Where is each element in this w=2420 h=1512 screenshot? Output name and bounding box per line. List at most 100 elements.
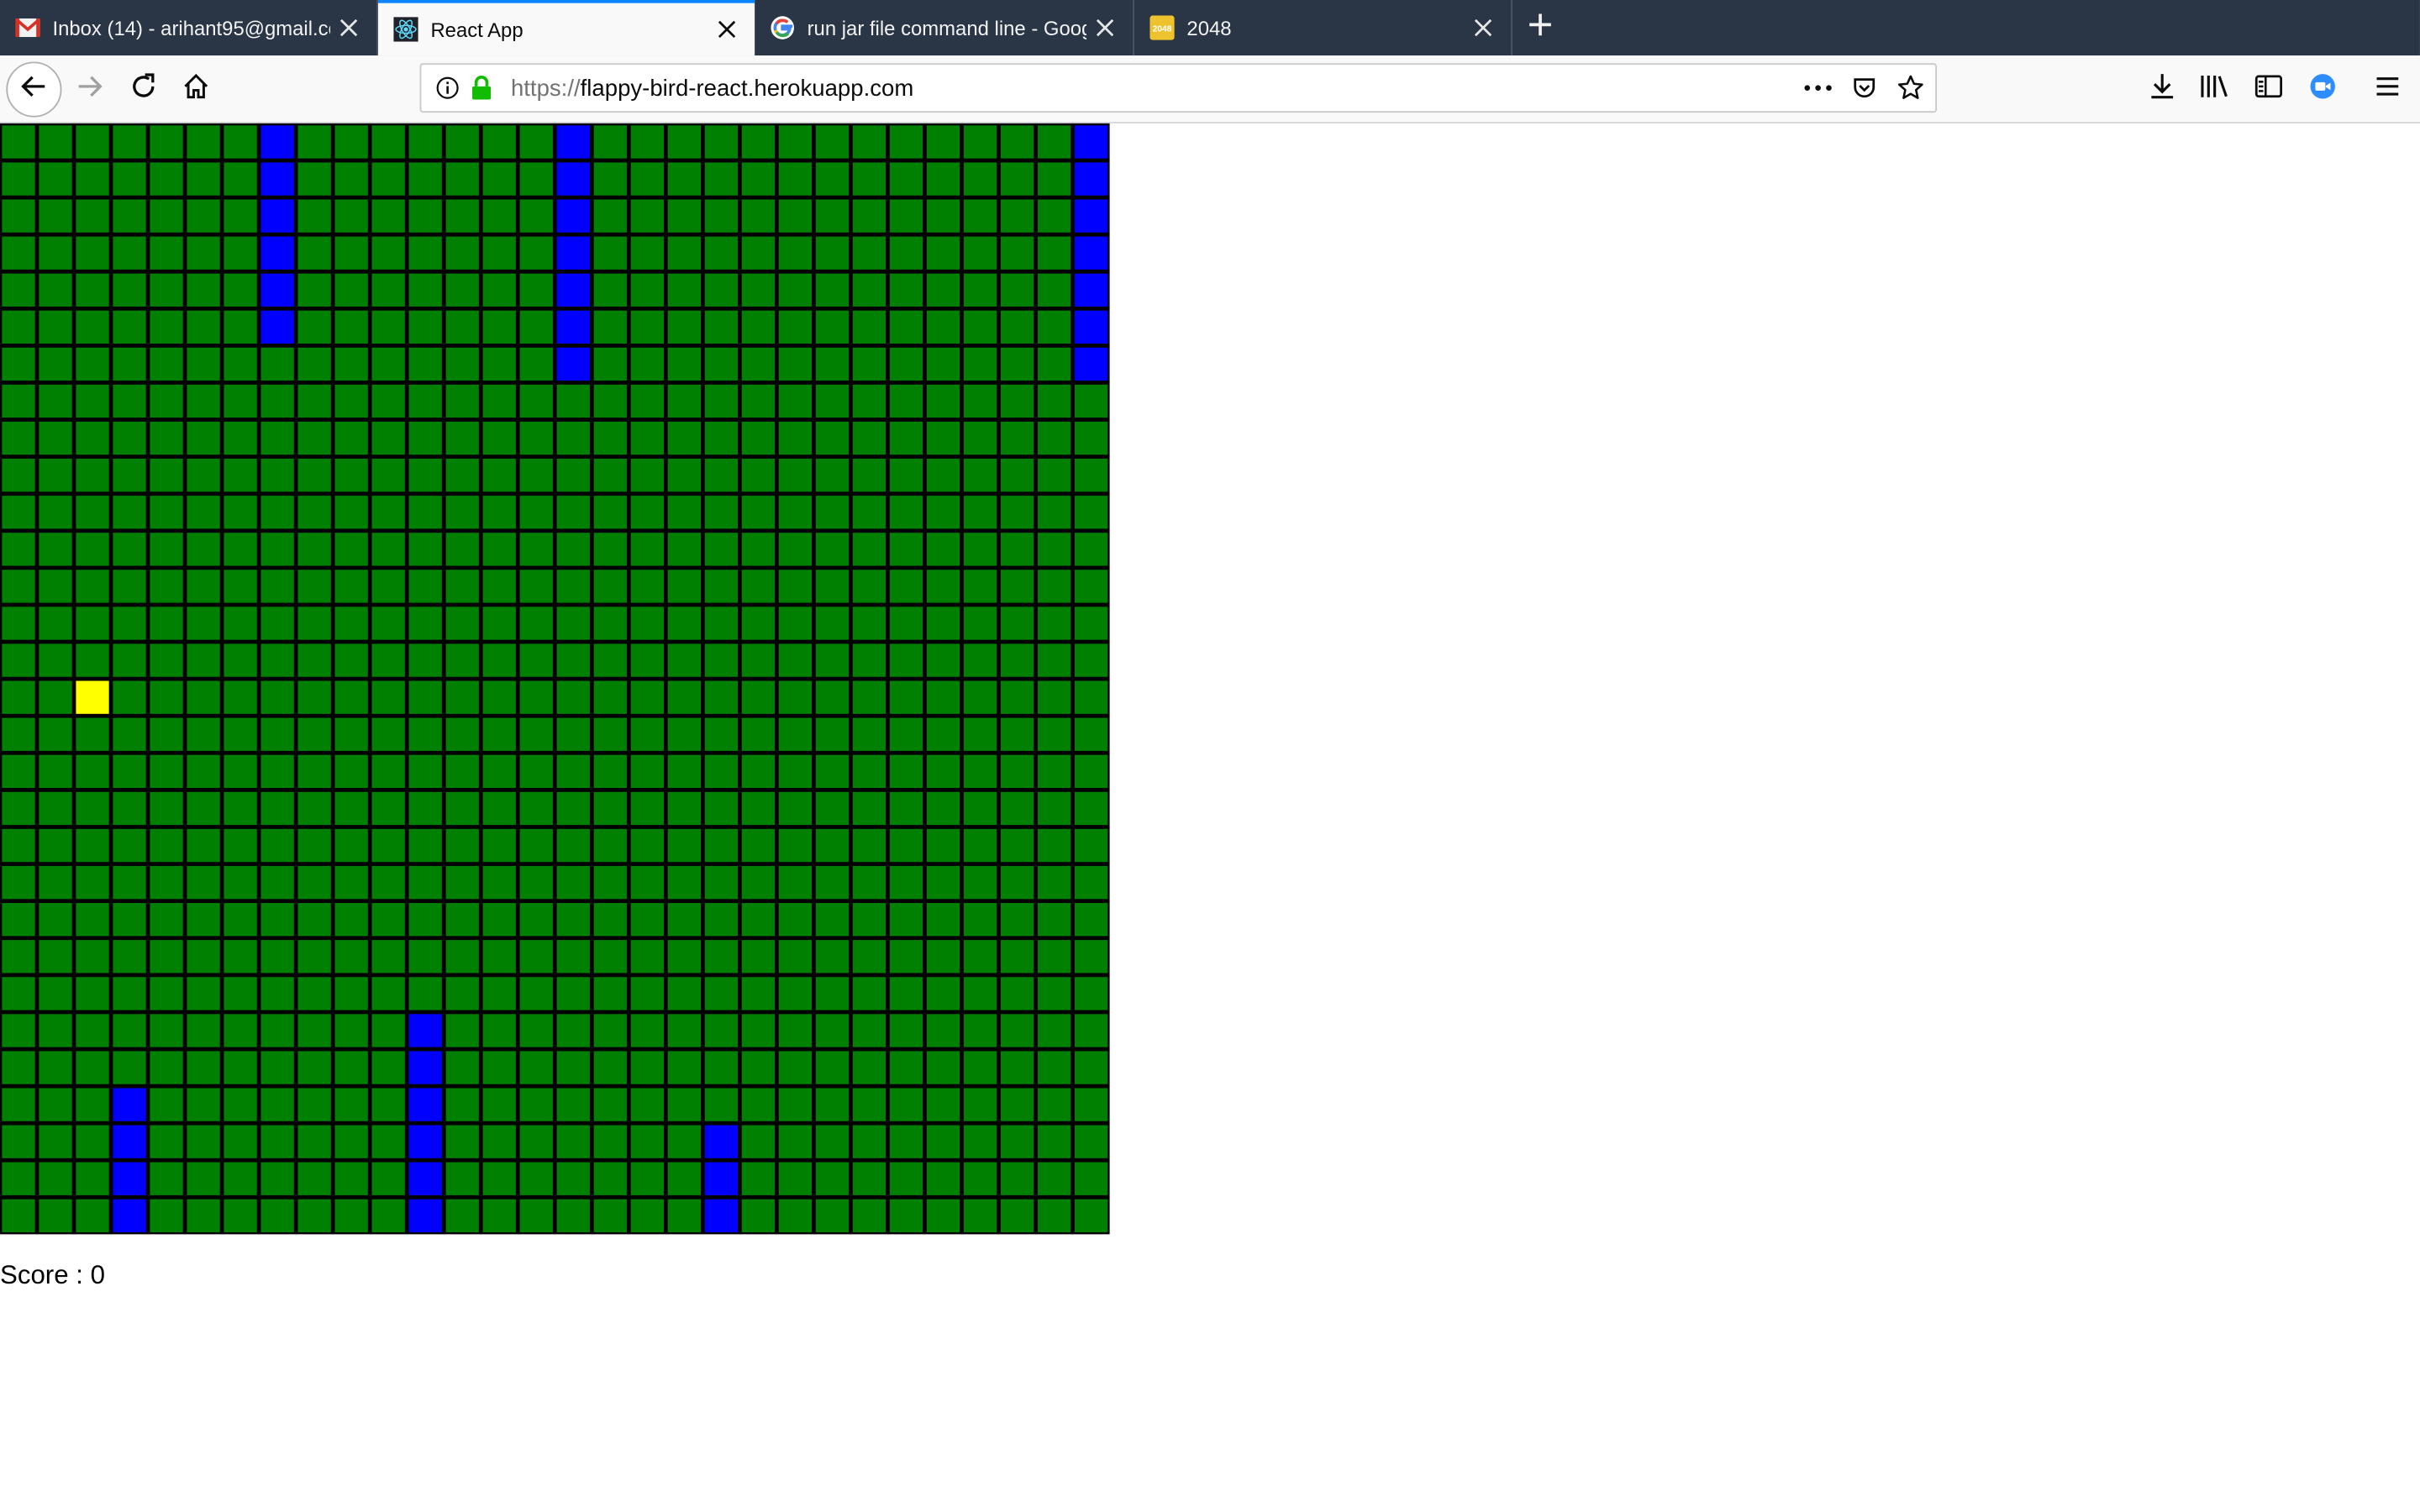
grid-cell (295, 160, 334, 198)
grid-cell (443, 1011, 481, 1050)
grid-cell (369, 641, 408, 680)
tab-react-app[interactable]: React App (377, 0, 755, 56)
grid-cell (369, 1085, 408, 1124)
pipe-cell (110, 1122, 149, 1161)
grid-cell (295, 864, 334, 902)
library-button[interactable] (2193, 68, 2236, 111)
grid-cell (480, 1085, 518, 1124)
grid-cell (776, 678, 814, 717)
tab-google-search[interactable]: run jar file command line - Google Searc… (755, 0, 1134, 56)
grid-cell (36, 456, 75, 495)
grid-cell (960, 641, 1000, 680)
grid-cell (628, 1122, 666, 1161)
forward-button[interactable] (68, 68, 111, 111)
tab-2048[interactable]: 2048 2048 (1134, 0, 1512, 56)
grid-cell (628, 1159, 666, 1198)
grid-cell (628, 567, 666, 606)
grid-cell (739, 826, 777, 865)
grid-cell (221, 381, 260, 421)
grid-cell (406, 900, 445, 939)
grid-cell (739, 1196, 777, 1235)
grid-cell (406, 307, 445, 346)
grid-cell (923, 1159, 963, 1198)
grid-cell (406, 197, 445, 235)
grid-cell (628, 123, 666, 161)
grid-cell (480, 493, 518, 532)
grid-cell (1035, 678, 1074, 717)
lock-icon[interactable] (468, 74, 496, 102)
downloads-button[interactable] (2141, 68, 2184, 111)
grid-cell (221, 937, 260, 976)
url-bar[interactable]: https://flappy-bird-react.herokuapp.com (419, 63, 1938, 113)
sidebar-button[interactable] (2247, 68, 2290, 111)
grid-cell (554, 678, 592, 717)
grid-cell (923, 1048, 963, 1087)
grid-cell (36, 493, 75, 532)
grid-cell (1072, 974, 1110, 1013)
grid-cell (36, 641, 75, 680)
grid-cell (702, 789, 740, 828)
grid-cell (960, 715, 1000, 753)
home-button[interactable] (175, 68, 218, 111)
grid-cell (517, 197, 555, 235)
grid-cell (369, 678, 408, 717)
grid-cell (369, 1048, 408, 1087)
grid-cell (554, 974, 592, 1013)
grid-cell (702, 419, 740, 458)
grid-cell (443, 270, 481, 309)
grid-cell (517, 826, 555, 865)
back-button[interactable] (6, 61, 62, 118)
close-icon[interactable] (330, 9, 367, 46)
grid-cell (295, 381, 334, 421)
menu-button[interactable] (2366, 68, 2409, 111)
grid-cell (665, 604, 703, 643)
close-icon[interactable] (708, 11, 745, 48)
grid-cell (443, 1122, 481, 1161)
tab-gmail[interactable]: Inbox (14) - arihant95@gmail.com - Gmail (0, 0, 378, 56)
grid-cell (406, 160, 445, 198)
grid-cell (702, 123, 740, 161)
reload-button[interactable] (122, 68, 165, 111)
grid-cell (813, 1159, 852, 1198)
grid-cell (258, 1011, 297, 1050)
grid-cell (923, 1085, 963, 1124)
new-tab-button[interactable] (1518, 6, 1561, 49)
grid-cell (554, 641, 592, 680)
close-icon[interactable] (1465, 9, 1502, 46)
grid-cell (36, 234, 75, 272)
grid-cell (591, 456, 629, 495)
react-icon (393, 17, 418, 42)
grid-cell (295, 197, 334, 235)
page-actions-icon[interactable] (1800, 74, 1837, 102)
grid-cell (628, 826, 666, 865)
pocket-icon[interactable] (1849, 74, 1880, 102)
info-icon[interactable] (434, 74, 461, 102)
grid-cell (923, 567, 963, 606)
grid-cell (369, 567, 408, 606)
grid-cell (960, 604, 1000, 643)
zoom-extension-button[interactable] (2302, 68, 2344, 111)
grid-cell (443, 900, 481, 939)
grid-cell (36, 344, 75, 384)
grid-cell (886, 641, 926, 680)
close-icon[interactable] (1086, 9, 1123, 46)
game-board[interactable] (0, 123, 1110, 1235)
grid-cell (110, 1048, 149, 1087)
grid-cell (591, 974, 629, 1013)
grid-cell (184, 900, 223, 939)
grid-cell (332, 641, 371, 680)
grid-cell (1072, 864, 1110, 902)
grid-cell (997, 160, 1037, 198)
grid-cell (739, 974, 777, 1013)
grid-cell (258, 1196, 297, 1235)
reload-icon (129, 71, 157, 107)
grid-cell (554, 1159, 592, 1198)
grid-cell (739, 307, 777, 346)
url-text[interactable]: https://flappy-bird-react.herokuapp.com (511, 76, 913, 102)
grid-cell (739, 900, 777, 939)
grid-cell (850, 678, 889, 717)
grid-cell (221, 715, 260, 753)
star-icon[interactable] (1895, 74, 1926, 102)
grid-cell (739, 604, 777, 643)
pipe-cell (406, 1196, 445, 1235)
